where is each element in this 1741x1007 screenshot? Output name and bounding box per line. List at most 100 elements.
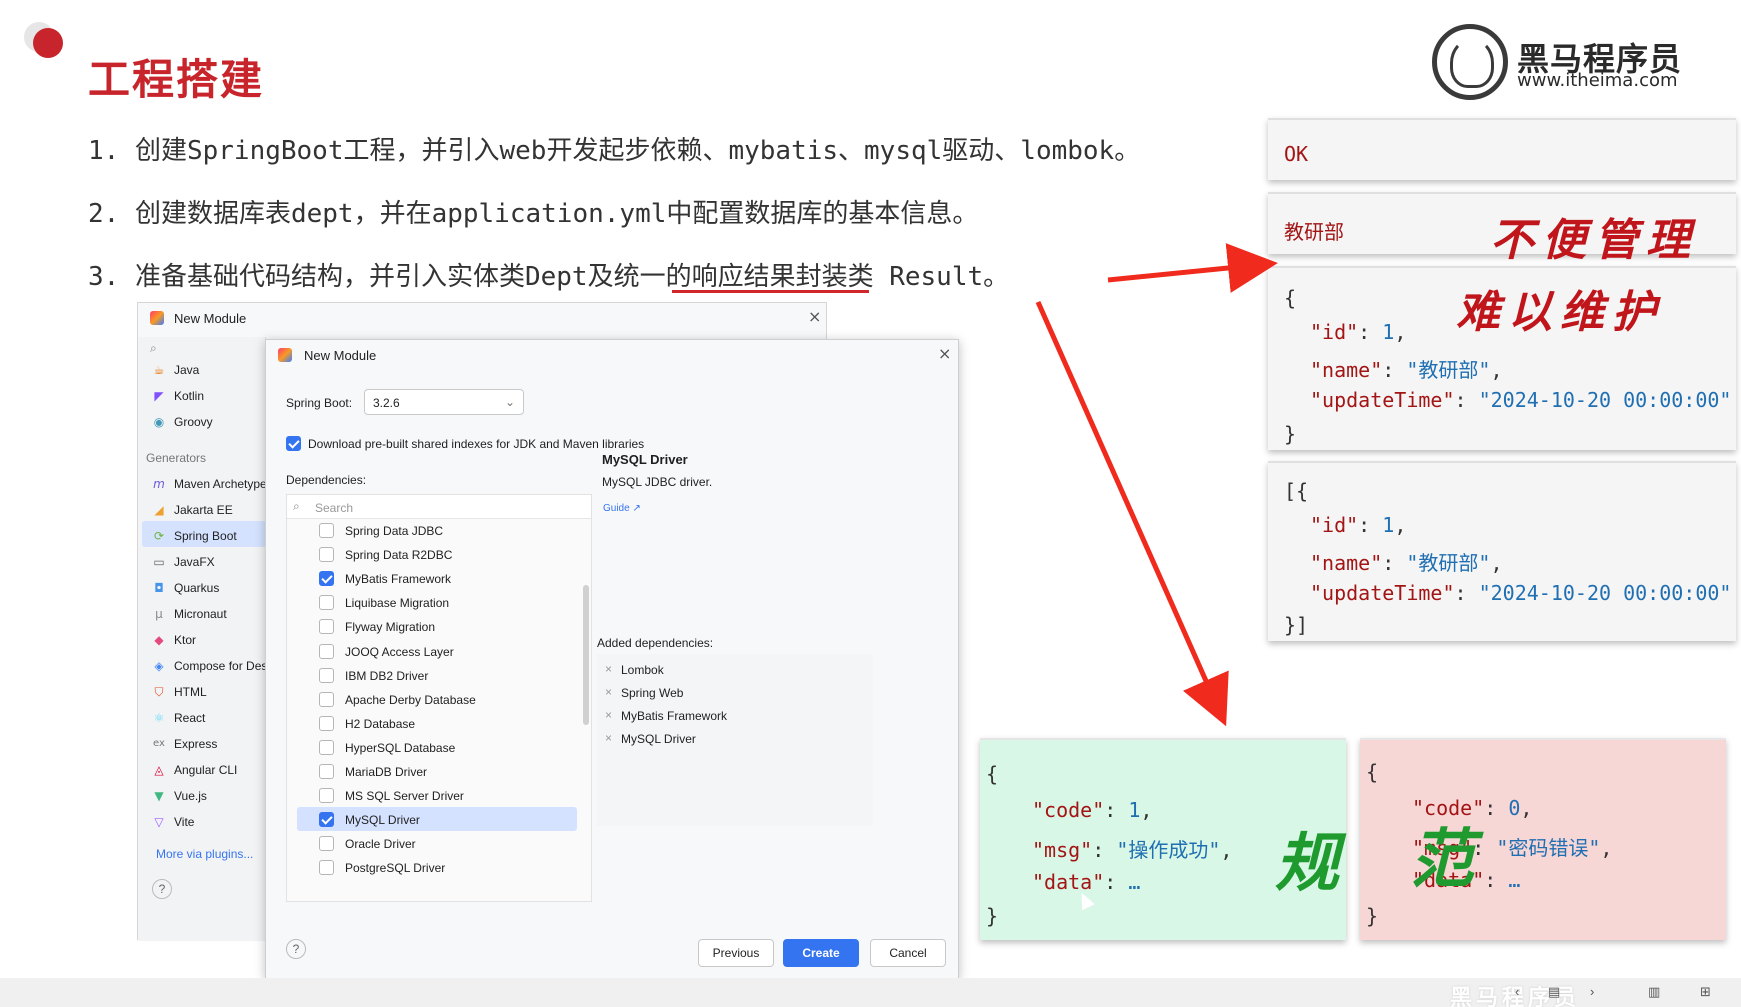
search-icon: ⌕ — [293, 499, 300, 513]
ktor-icon: ◆ — [154, 633, 164, 647]
guide-link[interactable]: Guide ↗ — [603, 503, 641, 514]
dependency-checkbox[interactable] — [319, 547, 334, 563]
help-button[interactable]: ? — [286, 939, 306, 959]
dependency-checkbox[interactable] — [319, 595, 334, 611]
remove-icon[interactable]: × — [605, 662, 612, 676]
ide-logo-icon — [150, 311, 164, 325]
dependency-checkbox[interactable] — [319, 812, 334, 828]
next-slide-icon[interactable]: › — [1590, 984, 1594, 999]
dependency-item[interactable]: Apache Derby Database — [287, 688, 591, 712]
react-icon: ⚛ — [153, 711, 165, 725]
jakarta-icon: ◢ — [154, 503, 164, 517]
dependency-checkbox[interactable] — [319, 667, 334, 683]
html5-icon: ⛉ — [154, 685, 164, 699]
dependency-search-input[interactable]: ⌕ Search — [287, 495, 591, 519]
dependency-label: Apache Derby Database — [345, 692, 476, 707]
dependency-label: PostgreSQL Driver — [345, 861, 446, 876]
slide-grid-icon[interactable]: ▤ — [1548, 984, 1560, 1000]
dependency-label: H2 Database — [345, 716, 416, 731]
dependency-checkbox[interactable] — [319, 619, 334, 635]
dependency-item[interactable]: Flyway Migration — [287, 615, 591, 639]
dependency-item[interactable]: HyperSQL Database — [287, 736, 591, 760]
added-item: Lombok — [621, 663, 664, 677]
vite-icon: ▽ — [154, 815, 164, 829]
prev-slide-icon[interactable]: ‹ — [1515, 984, 1519, 999]
dependency-item[interactable]: Spring Data R2DBC — [287, 543, 591, 567]
added-dependencies-label: Added dependencies: — [597, 636, 714, 650]
dependency-item[interactable]: PostgreSQL Driver — [287, 856, 591, 880]
dialog-back-title: New Module — [174, 311, 247, 326]
close-icon[interactable]: × — [938, 344, 951, 363]
dependency-checkbox[interactable] — [319, 715, 334, 731]
dependency-item[interactable]: MySQL Driver — [287, 808, 591, 832]
help-button[interactable]: ? — [152, 879, 172, 899]
download-indexes-label: Download pre-built shared indexes for JD… — [308, 437, 645, 451]
dependency-label: Spring Data JDBC — [345, 524, 444, 538]
dependency-label: MySQL Driver — [345, 813, 420, 828]
dependencies-panel: ⌕ Search Spring Data JDBC Spring Data R2D… — [286, 494, 592, 902]
dependency-item[interactable]: MariaDB Driver — [287, 760, 591, 784]
arrow-to-response-cards — [1107, 243, 1278, 293]
dependency-item[interactable]: Liquibase Migration — [287, 591, 591, 615]
added-item: MyBatis Framework — [621, 709, 728, 723]
dependency-label: Flyway Migration — [345, 620, 436, 635]
create-button[interactable]: Create — [783, 939, 859, 967]
express-icon: ex — [153, 738, 165, 749]
javafx-icon: ▭ — [153, 555, 165, 569]
dependency-label: IBM DB2 Driver — [345, 668, 429, 683]
spring-boot-version-select[interactable]: 3.2.6 ⌄ — [364, 389, 524, 415]
angular-icon: ◬ — [154, 763, 164, 777]
micronaut-icon: μ — [155, 607, 163, 621]
dependency-checkbox[interactable] — [319, 764, 334, 779]
added-dependencies-panel: × Lombok × Spring Web × MyBatis Framewor… — [597, 654, 873, 826]
arrow-to-result-cards — [1035, 300, 1229, 727]
dependency-checkbox[interactable] — [319, 523, 334, 538]
dependency-checkbox[interactable] — [319, 788, 334, 804]
dependency-item[interactable]: H2 Database — [287, 712, 591, 736]
compose-icon: ◈ — [154, 659, 164, 673]
dependency-label: Liquibase Migration — [345, 596, 450, 611]
java-icon: ☕ — [153, 363, 165, 377]
cancel-button[interactable]: Cancel — [870, 939, 946, 967]
dependency-item[interactable]: JOOQ Access Layer — [287, 640, 591, 664]
dependency-search-placeholder: Search — [315, 501, 354, 515]
dependency-checkbox[interactable] — [319, 571, 334, 587]
dependency-checkbox[interactable] — [319, 860, 334, 876]
dependency-checkbox[interactable] — [319, 691, 334, 707]
dependency-item[interactable]: Spring Data JDBC — [287, 519, 591, 543]
vue-icon: ▼ — [154, 789, 164, 803]
dependency-detail-desc: MySQL JDBC driver. — [602, 475, 713, 489]
kotlin-icon: ◤ — [154, 389, 164, 403]
view-icon[interactable]: ▥ — [1648, 984, 1660, 1000]
dependency-label: MyBatis Framework — [345, 572, 452, 587]
ide-logo-icon — [278, 348, 292, 362]
remove-icon[interactable]: × — [605, 731, 612, 745]
dependency-item[interactable]: Oracle Driver — [287, 832, 591, 856]
dependency-checkbox[interactable] — [319, 836, 334, 852]
dependency-item[interactable]: MS SQL Server Driver — [287, 784, 591, 808]
dependency-label: HyperSQL Database — [345, 740, 456, 755]
new-module-dialog: New Module × Spring Boot: 3.2.6 ⌄ Downlo… — [265, 339, 959, 979]
fullscreen-icon[interactable]: ⊞ — [1700, 984, 1711, 1000]
more-plugins-link[interactable]: More via plugins... — [156, 847, 253, 861]
search-icon[interactable]: ⌕ — [150, 341, 157, 356]
dependency-detail-title: MySQL Driver — [602, 452, 688, 467]
dependency-label: Oracle Driver — [345, 837, 416, 852]
previous-button[interactable]: Previous — [698, 939, 774, 967]
chevron-down-icon: ⌄ — [505, 395, 516, 409]
dependency-label: JOOQ Access Layer — [345, 644, 454, 659]
dependency-item[interactable]: MyBatis Framework — [287, 567, 591, 591]
dependency-checkbox[interactable] — [319, 643, 334, 659]
spring-boot-label: Spring Boot: — [286, 396, 353, 410]
added-item: MySQL Driver — [621, 732, 696, 746]
groovy-icon: ◉ — [153, 415, 165, 429]
spring-boot-version-value: 3.2.6 — [373, 396, 400, 410]
close-icon[interactable]: × — [808, 307, 821, 326]
dependency-item[interactable]: IBM DB2 Driver — [287, 664, 591, 688]
download-indexes-checkbox[interactable] — [286, 436, 301, 451]
remove-icon[interactable]: × — [605, 685, 612, 699]
dependency-label: Spring Data R2DBC — [345, 548, 453, 563]
remove-icon[interactable]: × — [605, 708, 612, 722]
dependency-checkbox[interactable] — [319, 739, 334, 755]
video-control-band: 黑马程序员 ‹ ▤ › ▥ ⊞ — [0, 978, 1741, 1007]
